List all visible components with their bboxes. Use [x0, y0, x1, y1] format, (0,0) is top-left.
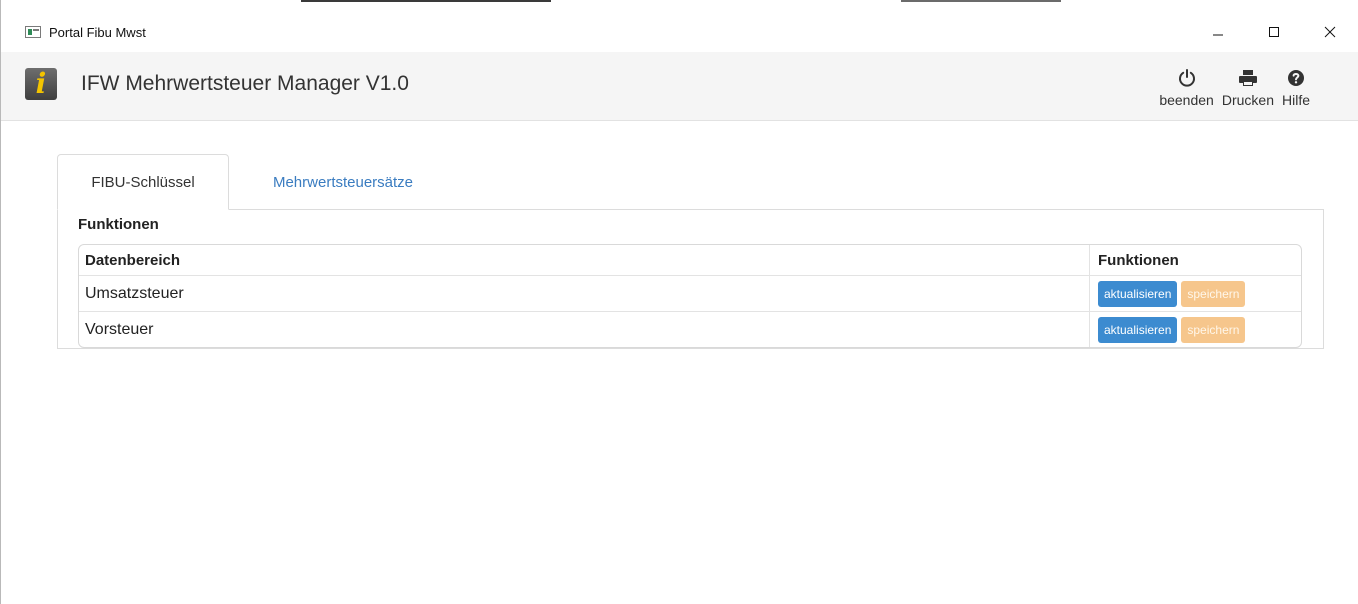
top-edge-segment [301, 0, 551, 2]
table-row: Vorsteuer aktualisieren speichern [79, 311, 1301, 347]
table-row: Umsatzsteuer aktualisieren speichern [79, 275, 1301, 311]
window-title: Portal Fibu Mwst [49, 24, 146, 40]
cell-datenbereich: Umsatzsteuer [85, 284, 184, 302]
maximize-button[interactable] [1246, 12, 1302, 52]
help-button[interactable]: Hilfe [1282, 66, 1310, 108]
tab-panel: Funktionen Datenbereich Funktionen Umsat… [57, 209, 1324, 349]
tab-mehrwertsteuersaetze[interactable]: Mehrwertsteuersätze [233, 154, 453, 210]
minimize-icon [1213, 34, 1223, 36]
close-button[interactable] [1302, 12, 1358, 52]
column-header-datenbereich: Datenbereich [85, 251, 181, 269]
header-actions: beenden Drucken Hilfe [1159, 66, 1310, 108]
power-icon [1177, 66, 1197, 90]
window-top-edge [1, 0, 1358, 12]
maximize-icon [1269, 27, 1279, 37]
tab-bar: FIBU-Schlüssel Mehrwertsteuersätze [57, 154, 1324, 210]
help-icon [1286, 66, 1306, 90]
update-button[interactable]: aktualisieren [1098, 316, 1178, 343]
cell-funktionen: aktualisieren speichern [1089, 276, 1301, 311]
help-label: Hilfe [1281, 92, 1310, 108]
window-app-icon [25, 26, 41, 38]
column-header-funktionen: Funktionen [1089, 245, 1301, 275]
app-logo: i [25, 68, 57, 100]
logo-mark: i [35, 67, 47, 100]
print-label: Drucken [1221, 92, 1274, 108]
app-header: i IFW Mehrwertsteuer Manager V1.0 beende… [1, 52, 1358, 121]
quit-label: beenden [1159, 92, 1214, 108]
cell-funktionen: aktualisieren speichern [1089, 312, 1301, 347]
title-bar[interactable]: Portal Fibu Mwst [1, 12, 1358, 52]
tab-fibu-schluessel[interactable]: FIBU-Schlüssel [57, 154, 229, 210]
minimize-button[interactable] [1190, 12, 1246, 52]
app-title: IFW Mehrwertsteuer Manager V1.0 [81, 72, 409, 95]
save-button[interactable]: speichern [1181, 280, 1246, 307]
quit-button[interactable]: beenden [1159, 66, 1214, 108]
main-content: FIBU-Schlüssel Mehrwertsteuersätze Funkt… [57, 154, 1324, 350]
save-button[interactable]: speichern [1181, 316, 1246, 343]
printer-icon [1237, 66, 1259, 90]
cell-datenbereich: Vorsteuer [85, 320, 154, 338]
top-edge-segment [901, 0, 1061, 2]
print-button[interactable]: Drucken [1222, 66, 1274, 108]
update-button[interactable]: aktualisieren [1098, 280, 1178, 307]
section-title: Funktionen [78, 216, 159, 233]
functions-table: Datenbereich Funktionen Umsatzsteuer akt… [78, 244, 1302, 348]
window-controls [1190, 12, 1358, 52]
close-icon [1324, 26, 1336, 38]
table-header-row: Datenbereich Funktionen [79, 245, 1301, 275]
application-window: Portal Fibu Mwst i IFW Mehrwertsteuer Ma… [0, 0, 1358, 604]
